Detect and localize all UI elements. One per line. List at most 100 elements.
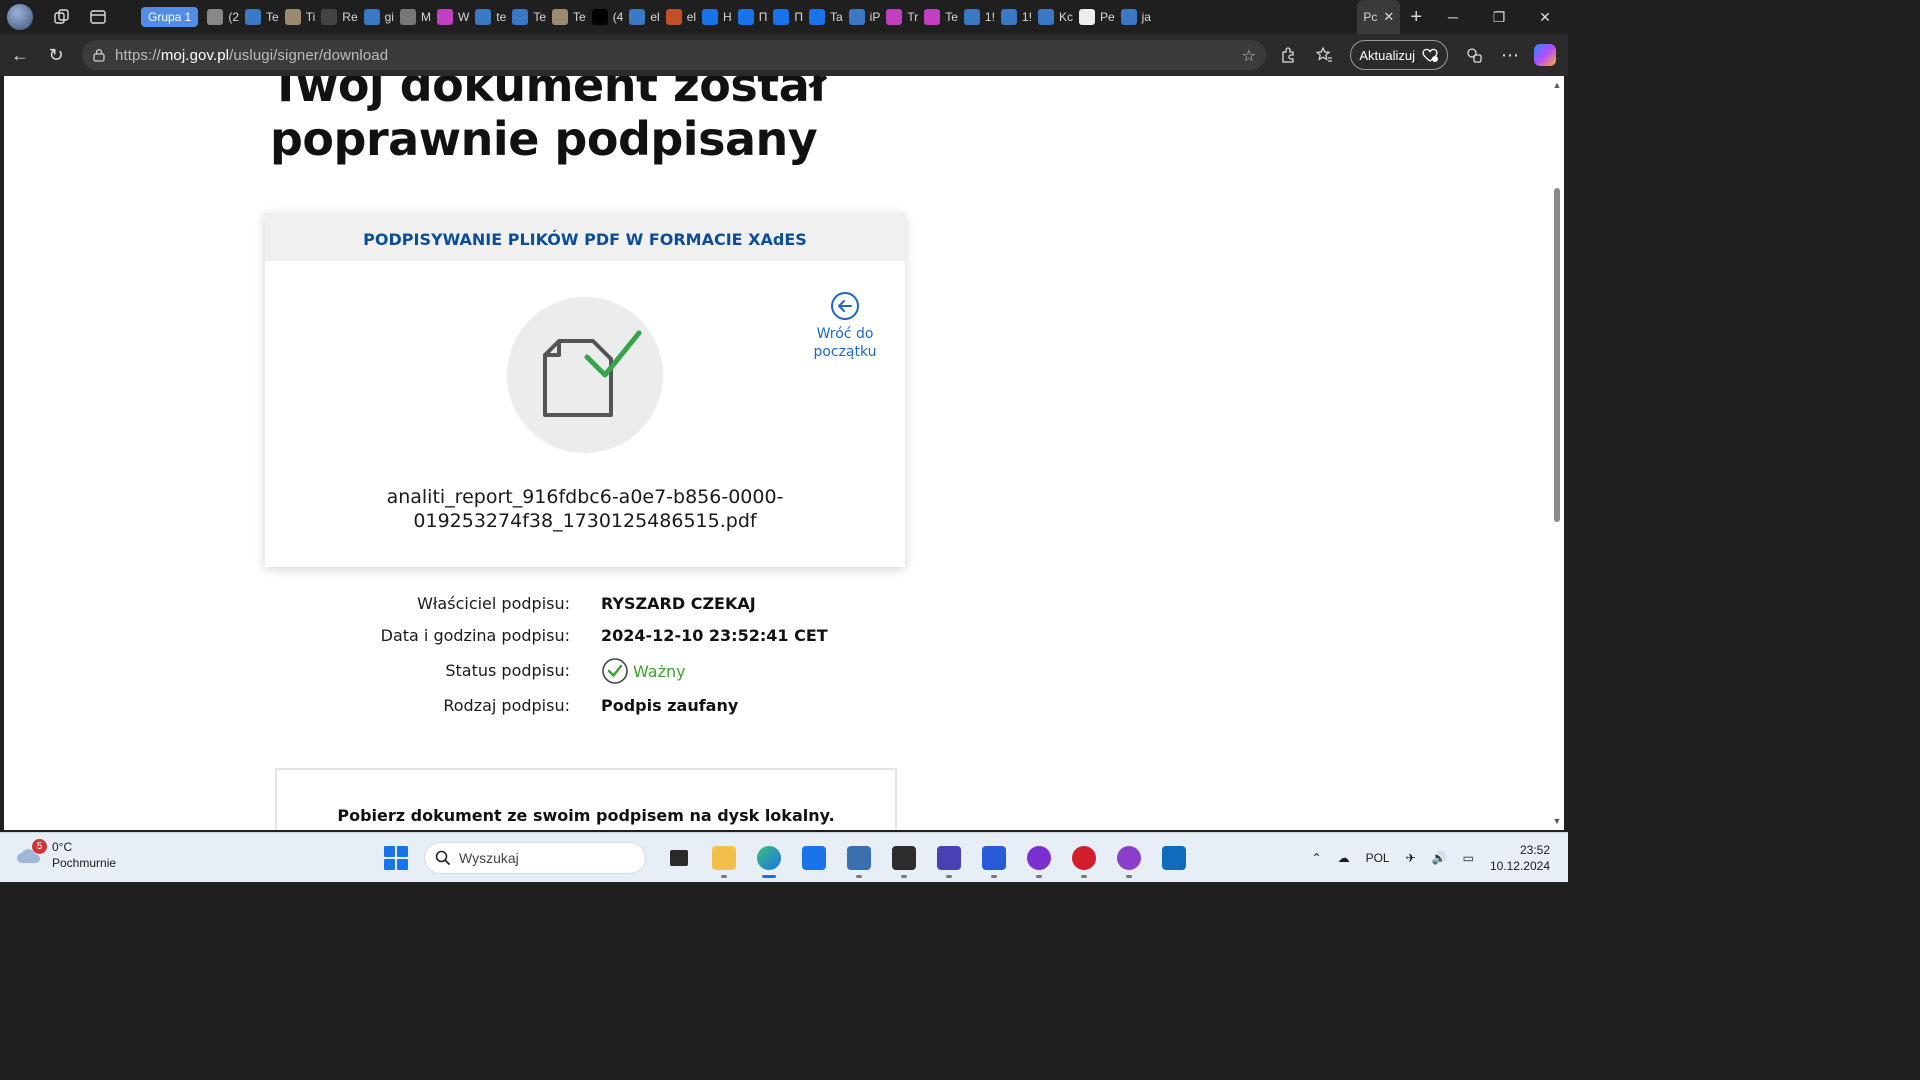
tab-label: Pe: [1099, 10, 1115, 24]
browser-tab[interactable]: Kc: [1035, 0, 1076, 34]
lock-icon[interactable]: [92, 48, 106, 62]
profile-avatar[interactable]: [7, 4, 33, 30]
datetime-value: 2024-12-10 23:52:41 CET: [601, 626, 828, 645]
outlook-icon[interactable]: [1156, 840, 1192, 876]
favorite-star-icon[interactable]: ☆: [1242, 46, 1256, 66]
browser-tab[interactable]: iP: [846, 0, 884, 34]
tab-label: Te: [266, 10, 279, 24]
browser-tab[interactable]: 1!: [998, 0, 1035, 34]
more-menu-icon[interactable]: ⋯: [1492, 40, 1528, 70]
browser-tab[interactable]: Te: [921, 0, 961, 34]
url-prefix: https://: [115, 46, 161, 64]
network-app-icon[interactable]: [841, 840, 877, 878]
vertical-tabs-icon[interactable]: [87, 6, 109, 28]
signing-card: PODPISYWANIE PLIKÓW PDF W FORMACIE XAdES…: [265, 213, 905, 567]
tab-group-chip[interactable]: Grupa 1: [141, 7, 199, 27]
signed-filename: analiti_report_916fdbc6-a0e7-b856-0000- …: [315, 485, 855, 533]
red-app-icon[interactable]: [1066, 840, 1102, 878]
tor-browser-icon[interactable]: [1021, 840, 1057, 878]
page-title-line1: Twój dokument został: [270, 76, 826, 112]
search-placeholder: Wyszukaj: [459, 850, 519, 866]
browser-tab[interactable]: Pe: [1076, 0, 1118, 34]
back-arrow-icon[interactable]: ←: [2, 40, 38, 70]
browser-tab[interactable]: П: [770, 0, 806, 34]
performance-icon[interactable]: [1456, 40, 1492, 70]
minimize-icon[interactable]: ─: [1430, 9, 1476, 25]
favorites-icon[interactable]: [1306, 40, 1342, 70]
browser-tab[interactable]: Tr: [883, 0, 921, 34]
browser-tab[interactable]: Te: [549, 0, 589, 34]
weather-widget[interactable]: 5 0°C Pochmurnie: [16, 839, 116, 871]
taskbar-search[interactable]: Wyszukaj: [424, 842, 646, 874]
browser-tab[interactable]: (4: [589, 0, 627, 34]
update-heart-icon: [1422, 48, 1438, 62]
extensions-icon[interactable]: [1270, 40, 1306, 70]
browser-tab[interactable]: (2: [204, 0, 242, 34]
tab-label: Re: [342, 10, 358, 24]
back-to-start-link[interactable]: Wróć do początku: [805, 291, 885, 361]
new-tab-button[interactable]: +: [1410, 6, 1422, 29]
browser-tab[interactable]: H: [699, 0, 735, 34]
browser-tab[interactable]: Re: [318, 0, 360, 34]
browser-tab[interactable]: M: [397, 0, 434, 34]
a-app-icon[interactable]: [976, 840, 1012, 878]
browser-toolbar: ← ↻ https://moj.gov.pl/uslugi/signer/dow…: [0, 34, 1568, 76]
scroll-down-arrow-icon[interactable]: ▼: [1552, 816, 1562, 826]
github-icon[interactable]: [1111, 840, 1147, 878]
tab-list: (2 Te Ti Re gi M Wte Te Te (4 el el H П П Ta iP Tr Te 1! 1! K…: [204, 0, 1357, 34]
arrow-left-circle-icon: [831, 292, 859, 320]
scroll-up-arrow-icon[interactable]: ▲: [1552, 80, 1562, 90]
browser-tab[interactable]: te: [472, 0, 509, 34]
tab-favicon-icon: [737, 9, 754, 25]
onedrive-cloud-icon[interactable]: ☁: [1338, 851, 1350, 865]
browser-tab[interactable]: gi: [361, 0, 397, 34]
browser-tab[interactable]: W: [434, 0, 472, 34]
browser-tab[interactable]: el: [626, 0, 662, 34]
browser-tab[interactable]: ja: [1118, 0, 1154, 34]
clock[interactable]: 23:52 10.12.2024: [1490, 842, 1550, 874]
browser-tab[interactable]: 1!: [961, 0, 998, 34]
browser-tab[interactable]: П: [735, 0, 771, 34]
airplane-mode-icon[interactable]: ✈: [1406, 851, 1416, 865]
scroll-thumb[interactable]: [1554, 188, 1560, 522]
terminal-icon[interactable]: [886, 840, 922, 878]
language-indicator[interactable]: POL: [1366, 851, 1390, 865]
browser-tab[interactable]: el: [663, 0, 699, 34]
restore-icon[interactable]: ❐: [1476, 9, 1522, 26]
file-explorer-icon[interactable]: [706, 840, 742, 878]
tab-label: (2: [228, 10, 240, 24]
browser-tab[interactable]: Te: [242, 0, 282, 34]
start-button[interactable]: [384, 846, 408, 870]
tab-label: Te: [945, 10, 958, 24]
copilot-icon[interactable]: [1534, 44, 1556, 66]
browser-tab[interactable]: Ta: [806, 0, 846, 34]
update-button[interactable]: Aktualizuj: [1350, 40, 1448, 70]
chevron-up-icon[interactable]: ⌃: [1312, 851, 1322, 865]
tab-favicon-icon: [963, 9, 980, 25]
store-icon[interactable]: [796, 840, 832, 876]
close-window-icon[interactable]: ✕: [1522, 9, 1568, 26]
task-view-icon[interactable]: [661, 840, 697, 876]
status-label: Status podpisu:: [445, 661, 570, 680]
volume-icon[interactable]: 🔊: [1432, 851, 1447, 865]
update-button-label: Aktualizuj: [1359, 47, 1415, 63]
tab-favicon-icon: [436, 9, 453, 25]
reload-icon[interactable]: ↻: [38, 40, 74, 70]
tab-favicon-icon: [512, 9, 529, 25]
edge-icon[interactable]: [751, 840, 787, 878]
tab-favicon-icon: [321, 9, 338, 25]
battery-icon[interactable]: ▭: [1463, 851, 1474, 865]
browser-tab[interactable]: Te: [509, 0, 549, 34]
tab-favicon-icon: [207, 9, 224, 25]
active-tab[interactable]: Pc ✕: [1357, 0, 1401, 34]
status-valid: Ważny: [601, 657, 686, 685]
tab-favicon-icon: [886, 9, 903, 25]
address-bar[interactable]: https://moj.gov.pl/uslugi/signer/downloa…: [82, 40, 1266, 70]
close-tab-icon[interactable]: ✕: [1383, 9, 1394, 25]
save-disk-app-icon[interactable]: [931, 840, 967, 878]
url-text: https://moj.gov.pl/uslugi/signer/downloa…: [115, 47, 388, 64]
owner-label: Właściciel podpisu:: [417, 594, 570, 613]
browser-tab[interactable]: Ti: [282, 0, 319, 34]
page-scrollbar[interactable]: ▲ ▼: [1550, 76, 1564, 830]
workspaces-icon[interactable]: [51, 6, 73, 28]
